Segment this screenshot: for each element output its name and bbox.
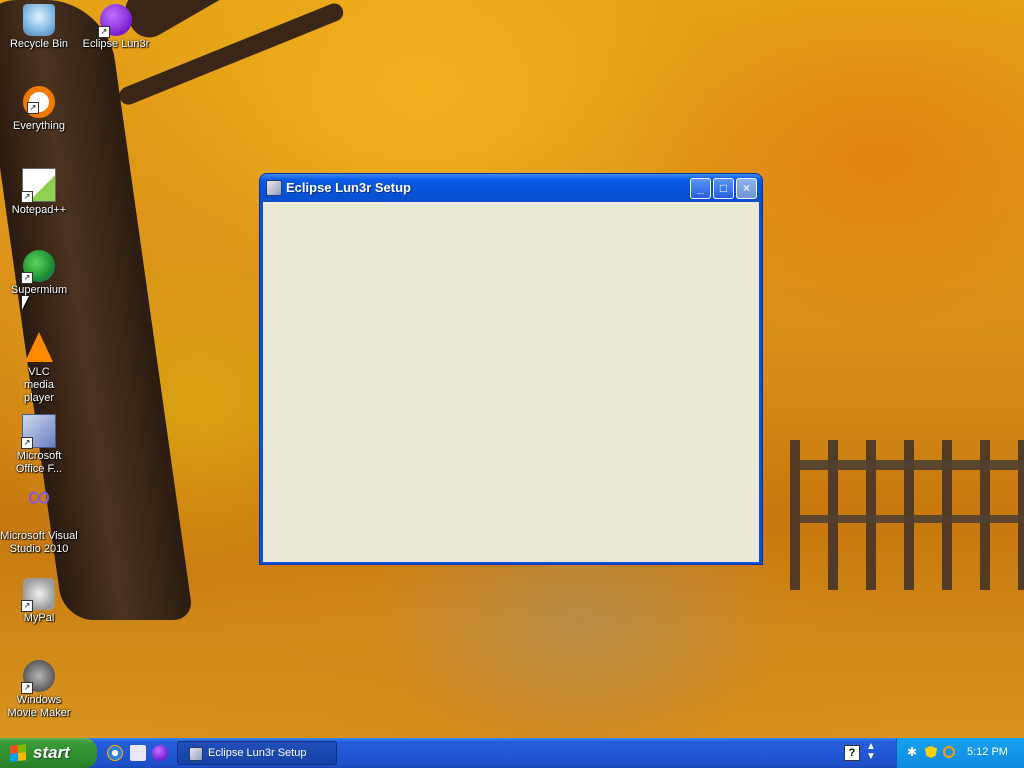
setup-app-icon[interactable] [266, 180, 282, 196]
shield-icon[interactable] [925, 746, 937, 758]
window-titlebar[interactable]: Eclipse Lun3r Setup _ □ × [260, 174, 762, 202]
network-icon[interactable]: ✱ [907, 746, 919, 758]
desktop-icon-label: Eclipse Lun3r [82, 38, 150, 50]
shortcut-arrow-icon: ↗ [98, 26, 110, 38]
help-icon[interactable]: ? [844, 745, 860, 761]
desktop-icon-label: Microsoft Visual Studio 2010 [0, 530, 78, 555]
window-title: Eclipse Lun3r Setup [286, 180, 411, 195]
fence-rail [800, 515, 1024, 523]
taskbar: start Eclipse Lun3r Setup ? ▲ ▼ ✱ 5:12 PM [0, 738, 1024, 768]
desktop-icon-label: Windows Movie Maker [7, 694, 71, 719]
fence-rail [800, 460, 1024, 470]
notification-arrows-icon[interactable]: ▲ ▼ [866, 742, 876, 762]
maximize-button[interactable]: □ [713, 178, 734, 199]
everything-icon: ↗ [23, 86, 55, 118]
windows-logo-icon [10, 744, 26, 762]
window-client-area [263, 202, 759, 562]
taskbar-item-eclipse-setup[interactable]: Eclipse Lun3r Setup [177, 741, 337, 765]
desktop-icon-label: Microsoft Office F... [15, 450, 63, 475]
desktop-icon-recycle-bin[interactable]: Recycle Bin [0, 4, 78, 51]
desktop-icon-eclipse[interactable]: ↗ Eclipse Lun3r [77, 4, 155, 51]
notepad-plus-plus-icon: ↗ [21, 168, 56, 203]
desktop-icon-notepad-plus-plus[interactable]: ↗ Notepad++ [0, 168, 78, 217]
shortcut-arrow-icon: ↗ [21, 682, 33, 694]
clock[interactable]: 5:12 PM [967, 746, 1008, 758]
desktop-icon-visual-studio[interactable]: Microsoft Visual Studio 2010 [0, 490, 78, 556]
vlc-icon [25, 332, 53, 362]
desktop-icon-mypal[interactable]: ↗ MyPal [0, 578, 78, 625]
mouse-cursor-icon [22, 296, 29, 310]
visual-studio-icon [23, 490, 55, 528]
desktop-icon-label: Everything [13, 120, 65, 132]
shortcut-arrow-icon: ↗ [21, 437, 33, 449]
system-tray: ✱ 5:12 PM [896, 738, 1024, 768]
search-icon[interactable] [943, 746, 955, 758]
office-icon: ↗ [21, 414, 56, 449]
desktop-icon-supermium[interactable]: ↗ Supermium [0, 250, 78, 297]
internet-explorer-icon[interactable] [107, 745, 123, 761]
mypal-icon: ↗ [21, 578, 55, 612]
desktop-icon-everything[interactable]: ↗ Everything [0, 86, 78, 133]
start-label: start [33, 743, 70, 762]
start-button[interactable]: start [0, 738, 97, 768]
eclipse-icon: ↗ [98, 4, 132, 38]
setup-window[interactable]: Eclipse Lun3r Setup _ □ × [259, 173, 763, 565]
taskbar-item-label: Eclipse Lun3r Setup [208, 747, 307, 759]
close-button[interactable]: × [736, 178, 757, 199]
shortcut-arrow-icon: ↗ [21, 191, 33, 203]
desktop-icon-label: VLC media player [24, 366, 54, 404]
shortcut-arrow-icon: ↗ [21, 600, 33, 612]
shortcut-arrow-icon: ↗ [27, 102, 39, 114]
desktop-icon-office[interactable]: ↗ Microsoft Office F... [0, 414, 78, 476]
shortcut-arrow-icon: ↗ [21, 272, 33, 284]
eclipse-icon[interactable] [152, 745, 168, 761]
desktop-icon-label: Notepad++ [11, 204, 67, 216]
minimize-button[interactable]: _ [690, 178, 711, 199]
setup-app-icon [189, 747, 203, 761]
recycle-bin-icon [23, 4, 55, 36]
supermium-icon: ↗ [21, 250, 55, 284]
desktop-icon-label: Supermium [10, 284, 68, 296]
desktop-icon-vlc[interactable]: VLC media player [0, 332, 78, 405]
movie-maker-icon: ↗ [21, 660, 55, 694]
desktop-icon-label: MyPal [23, 612, 55, 624]
desktop-icon-movie-maker[interactable]: ↗ Windows Movie Maker [0, 660, 78, 720]
document-icon[interactable] [130, 745, 146, 761]
desktop-icon-label: Recycle Bin [9, 38, 69, 50]
